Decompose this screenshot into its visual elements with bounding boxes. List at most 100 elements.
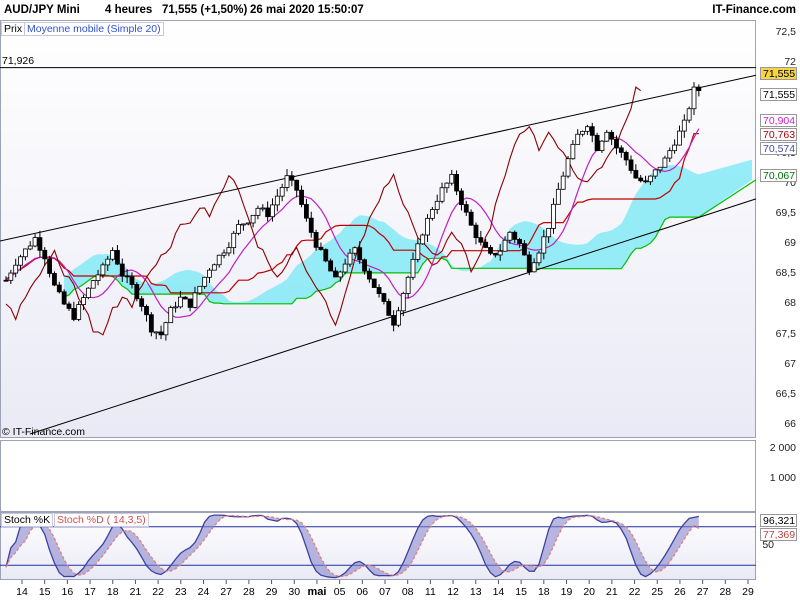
- x-tick-label: 25: [651, 586, 663, 598]
- candle-body: [42, 249, 48, 260]
- price-tick-label: 67,5: [775, 327, 796, 340]
- candle-body: [178, 296, 183, 308]
- price-pill: 71,555: [760, 67, 797, 80]
- x-tick-label: 21: [130, 586, 142, 598]
- x-tick-label: 27: [220, 586, 232, 598]
- watermark: © IT-Finance.com: [2, 426, 86, 438]
- candle-body: [342, 263, 348, 273]
- candle-body: [255, 207, 261, 216]
- candle-body: [396, 310, 401, 326]
- x-tick-label: 27: [697, 586, 709, 598]
- candle-body: [609, 131, 615, 140]
- price-tick-label: 66: [784, 417, 796, 430]
- candle-body: [168, 307, 174, 324]
- candle-body: [555, 188, 561, 205]
- candle-body: [565, 158, 571, 177]
- x-tick-label: 30: [288, 586, 300, 598]
- stoch-k-value: 96,321: [760, 514, 797, 527]
- candle-body: [652, 169, 658, 177]
- candle-body: [250, 214, 256, 224]
- candle-body: [299, 189, 304, 205]
- x-tick-label: 16: [62, 586, 74, 598]
- candle-body: [517, 239, 522, 244]
- candle-body: [303, 204, 309, 219]
- x-tick-label: 29: [266, 586, 278, 598]
- candle-body: [47, 258, 53, 274]
- candle-body: [52, 273, 57, 286]
- candle-body: [231, 232, 237, 249]
- x-tick-label: 15: [515, 586, 527, 598]
- x-tick-label: 24: [198, 586, 210, 598]
- candle-body: [221, 252, 227, 256]
- candle-body: [507, 231, 513, 241]
- candle-body: [638, 177, 644, 182]
- candle-body: [459, 190, 464, 205]
- legend-stoch-k[interactable]: Stoch %K: [1, 513, 54, 527]
- candle-body: [580, 130, 585, 135]
- x-tick-label: 29: [742, 586, 754, 598]
- candle-body: [202, 276, 208, 287]
- x-tick-label: 13: [470, 586, 482, 598]
- x-tick-label: 17: [84, 586, 96, 598]
- x-tick-label: 18: [538, 586, 550, 598]
- candle-body: [95, 274, 101, 282]
- candle-body: [444, 182, 450, 189]
- candle-body: [274, 195, 280, 206]
- candle-body: [144, 306, 149, 316]
- candle-body: [313, 232, 319, 248]
- candle-body: [333, 270, 338, 278]
- x-tick-label: 14: [493, 586, 505, 598]
- x-tick-label: 05: [334, 586, 346, 598]
- candle-body: [463, 204, 469, 213]
- price-tick-label: 66,5: [775, 387, 796, 400]
- candle-body: [8, 272, 14, 281]
- candle-body: [473, 224, 479, 239]
- candle-body: [526, 254, 532, 273]
- candle-body: [100, 264, 106, 276]
- x-tick-label: 20: [583, 586, 595, 598]
- volume-tick-2000: 2 000: [769, 442, 796, 454]
- legend-moving-average[interactable]: Moyenne mobile (Simple 20): [24, 22, 164, 36]
- price-tick-label: 67: [784, 357, 796, 370]
- candle-body: [153, 331, 159, 334]
- candle-body: [502, 239, 508, 252]
- candle-body: [662, 157, 668, 168]
- candle-body: [284, 175, 290, 188]
- candle-body: [420, 234, 426, 245]
- candle-body: [497, 250, 503, 256]
- candle-body: [124, 275, 130, 278]
- candle-body: [614, 138, 619, 149]
- candle-body: [439, 187, 445, 202]
- candle-body: [357, 247, 363, 261]
- candle-body: [594, 134, 600, 151]
- candle-body: [158, 331, 164, 336]
- x-tick-label: 22: [629, 586, 641, 598]
- candle-body: [265, 207, 271, 218]
- candle-body: [22, 248, 28, 258]
- candle-body: [400, 293, 406, 312]
- candle-body: [76, 304, 82, 320]
- candle-body: [628, 159, 634, 171]
- x-tick-label: 07: [379, 586, 391, 598]
- x-tick-label: 12: [447, 586, 459, 598]
- candle-body: [647, 175, 653, 183]
- candle-body: [410, 258, 416, 278]
- candle-body: [197, 285, 203, 294]
- candle-body: [589, 126, 595, 136]
- candle-body: [468, 211, 474, 226]
- candle-body: [434, 200, 440, 210]
- candle-body: [585, 126, 590, 132]
- legend-stoch-d[interactable]: Stoch %D ( 14,3,5): [54, 513, 149, 527]
- candle-body: [13, 264, 19, 274]
- candle-body: [134, 284, 140, 300]
- candle-body: [71, 308, 77, 320]
- candle-body: [289, 175, 295, 181]
- price-chart[interactable]: 14 15 16 17 18 21 22 23 24 27 28 29 30 mai 05 06 07 08 11 1…: [0, 0, 800, 600]
- price-tick-label: 72,5: [775, 26, 796, 39]
- candle-body: [347, 252, 353, 265]
- price-tick-label: 69: [784, 237, 796, 250]
- candle-body: [696, 86, 702, 92]
- x-tick-label: 23: [175, 586, 187, 598]
- x-tick-label: 08: [402, 586, 414, 598]
- candle-body: [522, 243, 527, 256]
